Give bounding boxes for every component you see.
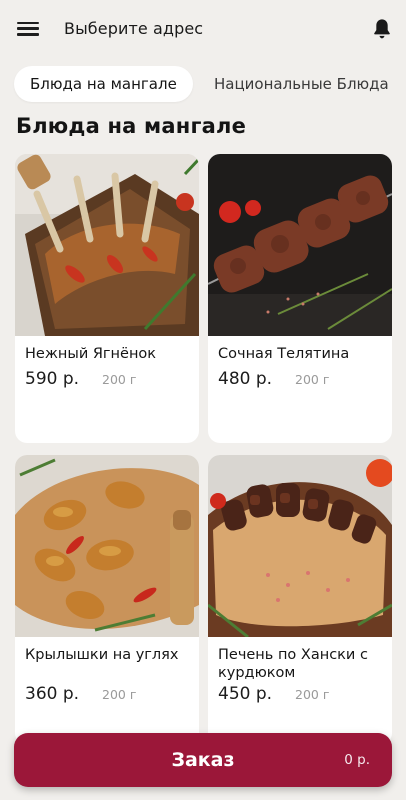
order-button[interactable]: Заказ 0 р. bbox=[14, 733, 392, 787]
product-card-lamb[interactable]: Нежный Ягнёнок 590 р. 200 г bbox=[15, 154, 199, 443]
product-photo-wings bbox=[15, 455, 199, 637]
product-photo-liver bbox=[208, 455, 392, 637]
product-weight: 200 г bbox=[102, 687, 137, 702]
product-photo-veal bbox=[208, 154, 392, 336]
product-weight: 200 г bbox=[295, 687, 330, 702]
product-name: Сочная Телятина bbox=[218, 346, 350, 362]
product-weight: 200 г bbox=[102, 372, 137, 387]
product-card-wings[interactable]: Крылышки на углях 360 р. 200 г bbox=[15, 455, 199, 745]
product-price: 590 р. bbox=[25, 369, 80, 389]
product-grid: Нежный Ягнёнок 590 р. 200 г Сочная Телят… bbox=[0, 0, 406, 800]
product-card-liver[interactable]: Печень по Хански с курдюком 450 р. 200 г bbox=[208, 455, 392, 745]
product-name: Нежный Ягнёнок bbox=[25, 346, 157, 362]
order-total: 0 р. bbox=[344, 752, 370, 768]
product-price: 480 р. bbox=[218, 369, 273, 389]
product-weight: 200 г bbox=[295, 372, 330, 387]
product-price: 450 р. bbox=[218, 684, 273, 704]
product-name: Крылышки на углях bbox=[25, 647, 179, 663]
product-price: 360 р. bbox=[25, 684, 80, 704]
product-card-veal[interactable]: Сочная Телятина 480 р. 200 г bbox=[208, 154, 392, 443]
product-photo-lamb bbox=[15, 154, 199, 336]
order-button-label: Заказ bbox=[171, 749, 235, 771]
product-name: Печень по Хански с курдюком bbox=[218, 647, 368, 681]
